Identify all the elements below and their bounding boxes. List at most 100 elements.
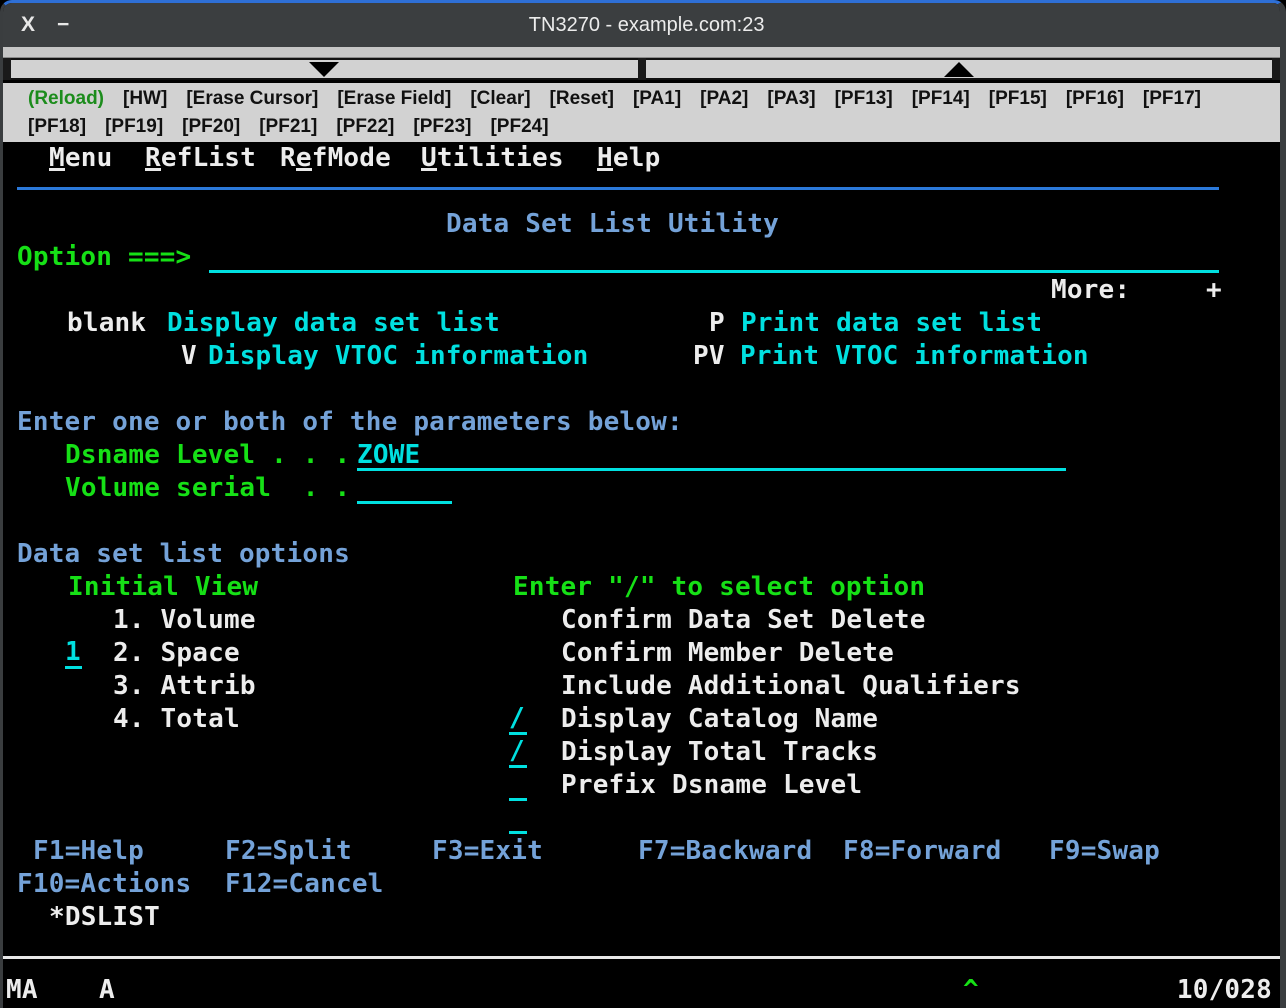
volume-serial-input[interactable] [357, 501, 452, 504]
tn3270-window: X − TN3270 - example.com:23 (Reload) [HW… [0, 0, 1286, 1008]
more-label: More: [1051, 274, 1130, 307]
oia-lang: A [99, 968, 115, 1008]
menu-label: efList [161, 143, 256, 173]
pf23-button[interactable]: [PF23] [413, 116, 471, 138]
menu-divider-line [17, 187, 1219, 190]
fkey-f7: F7=Backward [638, 835, 812, 868]
collapse-bar-left[interactable] [11, 58, 638, 80]
command-key: P [709, 307, 725, 340]
pf20-button[interactable]: [PF20] [182, 116, 240, 138]
reload-button[interactable]: (Reload) [28, 88, 104, 110]
menu-item-utilities[interactable]: Utilities [421, 142, 564, 175]
select-option-heading: Enter "/" to select option [513, 571, 925, 604]
select-option-label: Include Additional Qualifiers [561, 670, 1021, 703]
menu-label: enu [65, 143, 113, 173]
keypad-toolbar: (Reload) [HW] [Erase Cursor] [Erase Fiel… [3, 83, 1280, 142]
keypad-row-2: [PF18] [PF19] [PF20] [PF21] [PF22] [PF23… [28, 113, 1280, 141]
menu-mnemonic: U [421, 142, 437, 171]
menu-item-refmode[interactable]: RefMode [280, 142, 391, 175]
menu-mnemonic: M [49, 142, 65, 171]
titlebar-substrip [3, 47, 1280, 58]
terminal-row: More: + [3, 274, 1280, 307]
initial-view-heading: Initial View [68, 571, 258, 604]
option-input[interactable] [209, 270, 1219, 273]
pf21-button[interactable]: [PF21] [259, 116, 317, 138]
close-icon[interactable]: X [21, 13, 35, 37]
select-option-input[interactable] [509, 802, 527, 834]
fkey-row: F10=Actions F12=Cancel [3, 868, 1280, 901]
select-option-label: Display Catalog Name [561, 703, 878, 736]
menu-bar: Menu RefList RefMode Utilities Help [3, 142, 1280, 175]
pf17-button[interactable]: [PF17] [1143, 88, 1201, 110]
pf16-button[interactable]: [PF16] [1066, 88, 1124, 110]
reset-button[interactable]: [Reset] [550, 88, 614, 110]
terminal-row: *DSLIST [3, 901, 1280, 934]
initial-view-item: 1. Volume [113, 604, 256, 637]
command-key: blank [67, 307, 146, 340]
select-option-label: Confirm Data Set Delete [561, 604, 926, 637]
pa3-button[interactable]: [PA3] [767, 88, 815, 110]
fkey-f2: F2=Split [225, 835, 352, 868]
command-key: PV [693, 340, 725, 373]
options-heading: Data set list options [17, 538, 350, 571]
dsname-level-label: Dsname Level . . . [65, 439, 350, 472]
fkey-f3: F3=Exit [432, 835, 543, 868]
pf15-button[interactable]: [PF15] [989, 88, 1047, 110]
hw-button[interactable]: [HW] [123, 88, 167, 110]
keypad-row-1: (Reload) [HW] [Erase Cursor] [Erase Fiel… [28, 85, 1280, 113]
terminal-row: Data set list options [3, 538, 1280, 571]
select-option-label: Prefix Dsname Level [561, 769, 862, 802]
pf19-button[interactable]: [PF19] [105, 116, 163, 138]
terminal-screen[interactable]: Menu RefList RefMode Utilities Help Data… [3, 142, 1280, 1008]
pf18-button[interactable]: [PF18] [28, 116, 86, 138]
pa2-button[interactable]: [PA2] [700, 88, 748, 110]
terminal-row: Display Total Tracks [3, 736, 1280, 769]
terminal-row: Data Set List Utility [3, 208, 1280, 241]
menu-mnemonic: R [145, 142, 161, 171]
params-heading: Enter one or both of the parameters belo… [17, 406, 683, 439]
fkey-f1: F1=Help [33, 835, 144, 868]
window-title: TN3270 - example.com:23 [91, 14, 1202, 37]
dsname-level-input[interactable] [357, 468, 1066, 471]
terminal-row: blank Display data set list P Print data… [3, 307, 1280, 340]
triangle-up-icon [944, 62, 974, 77]
terminal-row: Prefix Dsname Level [3, 769, 1280, 802]
menu-label: R [280, 143, 296, 173]
clear-button[interactable]: [Clear] [470, 88, 530, 110]
pf14-button[interactable]: [PF14] [912, 88, 970, 110]
title-bar: X − TN3270 - example.com:23 [3, 3, 1280, 47]
terminal-row: 1 1. Volume / Confirm Data Set Delete [3, 604, 1280, 637]
option-prompt-label: Option ===> [17, 241, 191, 274]
terminal-row: Enter one or both of the parameters belo… [3, 406, 1280, 439]
oia-indicator-icon: ^ [963, 968, 979, 1008]
terminal-row: 2. Space / Confirm Member Delete [3, 637, 1280, 670]
collapse-bars [3, 58, 1280, 83]
erase-field-button[interactable]: [Erase Field] [337, 88, 451, 110]
collapse-bar-right[interactable] [646, 58, 1273, 80]
menu-item-menu[interactable]: Menu [49, 142, 112, 175]
menu-label: tilities [437, 143, 564, 173]
menu-mnemonic: e [296, 142, 312, 171]
pf22-button[interactable]: [PF22] [336, 116, 394, 138]
initial-view-item: 2. Space [113, 637, 240, 670]
pf13-button[interactable]: [PF13] [835, 88, 893, 110]
command-key: V [181, 340, 197, 373]
terminal-row: Initial View Enter "/" to select option [3, 571, 1280, 604]
minimize-icon[interactable]: − [57, 13, 69, 37]
menu-item-reflist[interactable]: RefList [145, 142, 256, 175]
volume-serial-label: Volume serial . . [65, 472, 350, 505]
terminal-row: 4. Total Display Catalog Name [3, 703, 1280, 736]
terminal-row: 3. Attrib / Include Additional Qualifier… [3, 670, 1280, 703]
erase-cursor-button[interactable]: [Erase Cursor] [186, 88, 318, 110]
command-label: Display data set list [167, 307, 500, 340]
oia-separator-line [3, 956, 1280, 959]
oia-cursor-position: 10/028 [1177, 968, 1272, 1008]
terminal-row: Volume serial . . [3, 472, 1280, 505]
pa1-button[interactable]: [PA1] [633, 88, 681, 110]
command-label: Display VTOC information [208, 340, 588, 373]
fkey-f9: F9=Swap [1049, 835, 1160, 868]
more-indicator: + [1206, 274, 1222, 307]
pf24-button[interactable]: [PF24] [490, 116, 548, 138]
fkey-row: F1=Help F2=Split F3=Exit F7=Backward F8=… [3, 835, 1280, 868]
menu-item-help[interactable]: Help [597, 142, 660, 175]
